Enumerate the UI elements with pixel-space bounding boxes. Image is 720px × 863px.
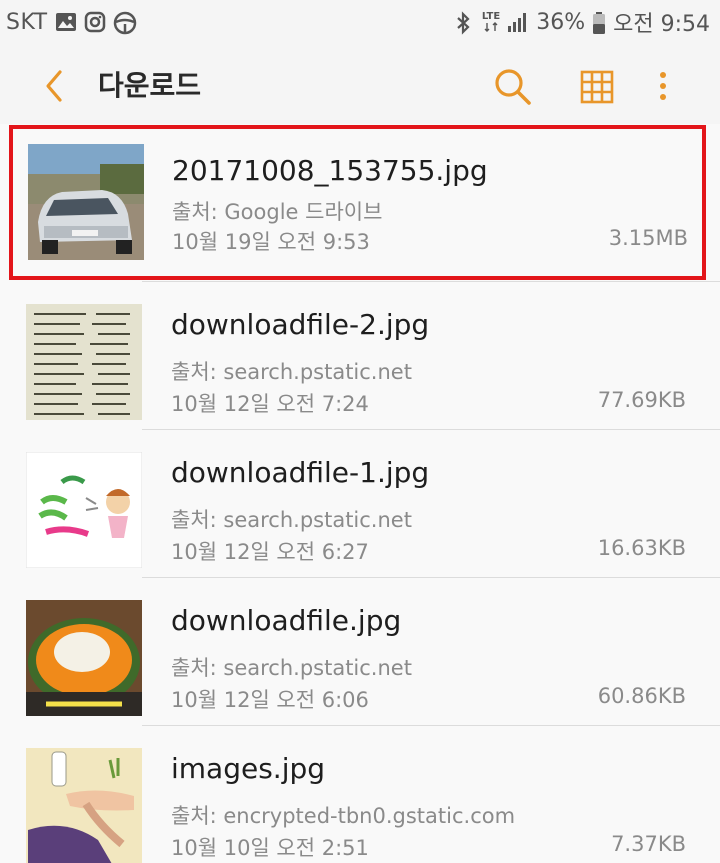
file-thumbnail (26, 304, 142, 420)
file-size: 60.86KB (597, 684, 686, 708)
app-toolbar: 다운로드 (0, 44, 720, 124)
search-button[interactable] (490, 64, 534, 108)
file-item[interactable]: downloadfile.jpg 출처: search.pstatic.net … (0, 578, 720, 726)
network-indicator: LTE (482, 12, 500, 32)
file-date: 10월 12일 오전 6:06 (171, 688, 369, 712)
grid-view-icon (580, 70, 614, 104)
file-thumbnail (26, 452, 142, 568)
file-size: 16.63KB (597, 536, 686, 560)
file-item[interactable]: images.jpg 출처: encrypted-tbn0.gstatic.co… (0, 726, 720, 863)
file-item[interactable]: downloadfile-2.jpg 출처: search.pstatic.ne… (0, 282, 720, 430)
back-button[interactable] (34, 66, 74, 106)
file-source: 출처: search.pstatic.net (171, 508, 412, 532)
file-date: 10월 12일 오전 7:24 (171, 392, 369, 416)
clock: 오전 9:54 (613, 12, 710, 37)
file-size: 3.15MB (608, 226, 688, 250)
file-source: 출처: Google 드라이브 (172, 200, 383, 224)
file-name: images.jpg (171, 752, 326, 785)
bluetooth-icon (453, 11, 475, 35)
file-source: 출처: encrypted-tbn0.gstatic.com (171, 804, 516, 828)
battery-percent: 36% (536, 9, 586, 35)
search-icon (495, 69, 531, 105)
file-name: downloadfile.jpg (171, 604, 402, 637)
file-size: 7.37KB (611, 832, 686, 856)
data-arrows-icon (484, 22, 498, 32)
file-thumbnail (26, 748, 142, 863)
signal-icon (507, 11, 529, 33)
status-right: LTE 36% 오전 9:54 (453, 6, 710, 38)
battery-icon (592, 11, 606, 34)
gallery-icon (55, 11, 77, 33)
instagram-icon (84, 11, 106, 33)
page-title: 다운로드 (98, 69, 202, 102)
file-date: 10월 10일 오전 2:51 (171, 836, 369, 860)
grid-view-button[interactable] (576, 66, 618, 108)
back-icon (46, 70, 62, 102)
status-bar: SKT LTE 36% 오전 9:54 (0, 0, 720, 44)
file-name: 20171008_153755.jpg (172, 154, 488, 187)
carrier-label: SKT (6, 9, 48, 35)
steering-wheel-icon (113, 11, 136, 35)
file-thumbnail (26, 600, 142, 716)
file-list: 20171008_153755.jpg 출처: Google 드라이브 10월 … (0, 124, 720, 863)
file-thumbnail (28, 144, 144, 260)
file-name: downloadfile-2.jpg (171, 308, 430, 341)
status-left: SKT (6, 6, 136, 38)
more-options-button[interactable] (650, 66, 676, 108)
file-date: 10월 19일 오전 9:53 (172, 230, 370, 254)
file-item[interactable]: downloadfile-1.jpg 출처: search.pstatic.ne… (0, 430, 720, 578)
file-source: 출처: search.pstatic.net (171, 656, 412, 680)
more-icon (660, 72, 666, 100)
file-item[interactable]: 20171008_153755.jpg 출처: Google 드라이브 10월 … (0, 124, 720, 282)
file-name: downloadfile-1.jpg (171, 456, 430, 489)
file-date: 10월 12일 오전 6:27 (171, 540, 369, 564)
file-source: 출처: search.pstatic.net (171, 360, 412, 384)
file-size: 77.69KB (597, 388, 686, 412)
network-type-label: LTE (481, 11, 501, 22)
